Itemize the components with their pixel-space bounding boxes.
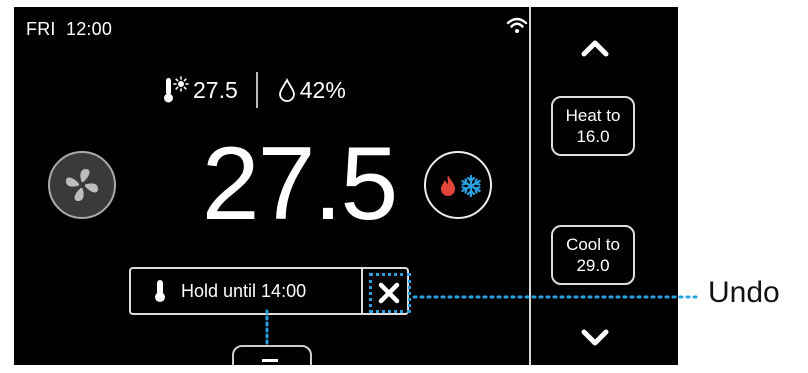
callout-leader-line [412,295,702,299]
undo-callout-label: Undo [708,276,780,309]
